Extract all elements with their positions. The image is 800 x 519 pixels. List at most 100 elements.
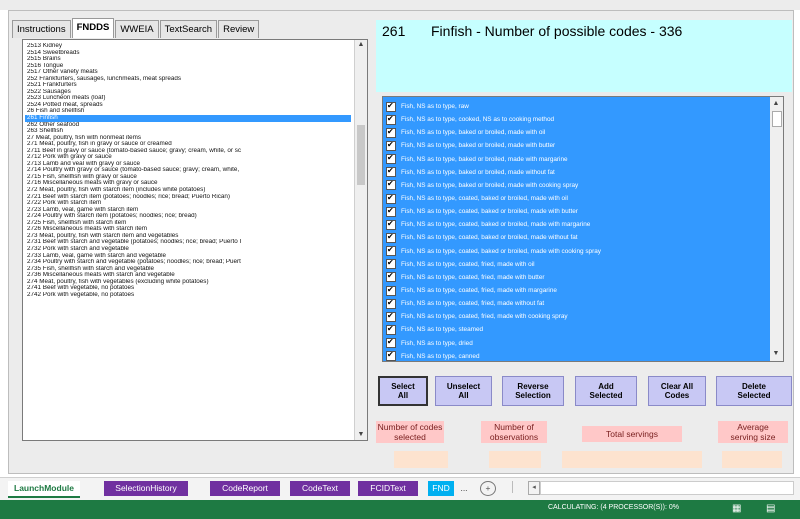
food-code-label: Fish, NS as to type, raw xyxy=(401,103,469,111)
checkbox-checked-icon[interactable] xyxy=(386,232,396,243)
food-code-item[interactable]: Fish, NS as to type, coated, fried, made… xyxy=(386,297,764,310)
food-code-label: Fish, NS as to type, coated, fried, made… xyxy=(401,300,545,308)
scroll-thumb[interactable] xyxy=(772,111,782,127)
tab-textsearch[interactable]: TextSearch xyxy=(159,20,218,38)
checkbox-checked-icon[interactable] xyxy=(386,127,396,138)
add-selected-button[interactable]: Add Selected xyxy=(575,376,637,406)
checkbox-checked-icon[interactable] xyxy=(386,311,396,322)
food-code-item[interactable]: Fish, NS as to type, coated, fried, made… xyxy=(386,258,764,271)
food-code-label: Fish, NS as to type, coated, fried, made… xyxy=(401,287,557,295)
observations-value xyxy=(489,451,541,468)
food-code-item[interactable]: Fish, NS as to type, baked or broiled, m… xyxy=(386,153,764,166)
checkbox-checked-icon[interactable] xyxy=(386,245,396,257)
food-code-item[interactable]: Fish, NS as to type, coated, fried, made… xyxy=(386,271,764,284)
food-code-item[interactable]: Fish, NS as to type, steamed xyxy=(386,323,764,336)
page-layout-icon[interactable]: ▤ xyxy=(766,503,775,514)
checkbox-checked-icon[interactable] xyxy=(386,114,396,125)
codes-selected-label: Number of codes selected xyxy=(376,421,444,443)
checkbox-checked-icon[interactable] xyxy=(386,324,396,335)
checkbox-checked-icon[interactable] xyxy=(386,337,396,349)
food-code-label: Fish, NS as to type, coated, baked or br… xyxy=(401,208,578,216)
food-code-scrollbar[interactable]: ▲ ▼ xyxy=(770,97,783,361)
tab-bar: Instructions FNDDS WWEIA TextSearch Revi… xyxy=(12,18,260,38)
clear-all-codes-button[interactable]: Clear All Codes xyxy=(648,376,706,406)
tab-wweia[interactable]: WWEIA xyxy=(115,20,159,38)
sheet-tab-selectionhistory[interactable]: SelectionHistory xyxy=(104,481,188,496)
normal-view-icon[interactable]: ▦ xyxy=(732,503,741,514)
food-code-item[interactable]: Fish, NS as to type, coated, baked or br… xyxy=(386,205,764,218)
food-code-list: Fish, NS as to type, raw Fish, NS as to t… xyxy=(386,100,764,361)
food-code-item[interactable]: Fish, NS as to type, baked or broiled, m… xyxy=(386,139,764,152)
food-code-item[interactable]: Fish, NS as to type, baked or broiled, m… xyxy=(386,126,764,139)
food-code-label: Fish, NS as to type, coated, fried, made… xyxy=(401,313,568,321)
add-sheet-icon[interactable]: + xyxy=(480,481,496,496)
checkbox-checked-icon[interactable] xyxy=(386,258,396,270)
sheet-tab-fnd[interactable]: FND xyxy=(428,481,454,496)
status-text: CALCULATING: (4 PROCESSOR(S)): 0% xyxy=(548,504,679,511)
category-listbox[interactable]: 2513 Kidney 2514 Sweetbreads 2515 Brains 25… xyxy=(22,39,368,441)
sheet-tab-codereport[interactable]: CodeReport xyxy=(210,481,280,496)
food-code-item[interactable]: Fish, NS as to type, coated, fried, made… xyxy=(386,284,764,297)
checkbox-checked-icon[interactable] xyxy=(386,219,396,230)
tab-instructions[interactable]: Instructions xyxy=(12,20,71,38)
delete-selected-button[interactable]: Delete Selected xyxy=(716,376,792,406)
food-code-item[interactable]: Fish, NS as to type, dried xyxy=(386,337,764,350)
checkbox-checked-icon[interactable] xyxy=(386,285,396,296)
scroll-down-icon[interactable]: ▼ xyxy=(770,349,782,359)
more-tabs[interactable]: ... xyxy=(458,481,470,496)
total-servings-label: Total servings xyxy=(582,426,682,442)
observations-label: Number of observations xyxy=(481,421,547,443)
checkbox-checked-icon[interactable] xyxy=(386,153,396,165)
sheet-tab-fcidtext[interactable]: FCIDText xyxy=(358,481,418,496)
page-title: Finfish - Number of possible codes - 336 xyxy=(431,23,683,39)
checkbox-checked-icon[interactable] xyxy=(386,298,396,309)
food-code-item[interactable]: Fish, NS as to type, cooked, NS as to co… xyxy=(386,113,764,126)
unselect-all-button[interactable]: Unselect All xyxy=(435,376,492,406)
checkbox-checked-icon[interactable] xyxy=(386,140,396,151)
food-code-item[interactable]: Fish, NS as to type, coated, fried, made… xyxy=(386,310,764,323)
food-code-listbox[interactable]: Fish, NS as to type, raw Fish, NS as to t… xyxy=(382,96,784,362)
checkbox-checked-icon[interactable] xyxy=(386,193,396,204)
food-code-label: Fish, NS as to type, coated, fried, made… xyxy=(401,260,535,268)
food-code-item[interactable]: Fish, NS as to type, raw xyxy=(386,100,764,113)
food-code-label: Fish, NS as to type, steamed xyxy=(401,326,484,334)
select-all-button[interactable]: Select All xyxy=(378,376,428,406)
scroll-up-icon[interactable]: ▲ xyxy=(355,40,367,50)
scroll-down-icon[interactable]: ▼ xyxy=(355,430,367,440)
category-scrollbar[interactable]: ▲ ▼ xyxy=(354,40,367,440)
checkbox-checked-icon[interactable] xyxy=(386,271,396,283)
checkbox-checked-icon[interactable] xyxy=(386,179,396,191)
checkbox-checked-icon[interactable] xyxy=(386,350,396,361)
sheet-tab-codetext[interactable]: CodeText xyxy=(290,481,350,496)
food-code-item[interactable]: Fish, NS as to type, baked or broiled, m… xyxy=(386,166,764,179)
food-code-label: Fish, NS as to type, baked or broiled, m… xyxy=(401,129,546,137)
sheet-tab-launchmodule[interactable]: LaunchModule xyxy=(8,481,80,498)
food-code-label: Fish, NS as to type, dried xyxy=(401,339,473,347)
category-list-item[interactable]: 2742 Pork with vegetable, no potatoes xyxy=(25,292,351,299)
horizontal-scrollbar[interactable] xyxy=(540,481,794,495)
food-code-item[interactable]: Fish, NS as to type, canned xyxy=(386,350,764,361)
tab-fndds[interactable]: FNDDS xyxy=(71,18,115,38)
scroll-up-icon[interactable]: ▲ xyxy=(770,99,782,109)
top-strip xyxy=(0,0,800,10)
food-code-label: Fish, NS as to type, coated, baked or br… xyxy=(401,195,568,203)
checkbox-checked-icon[interactable] xyxy=(386,101,396,112)
checkbox-checked-icon[interactable] xyxy=(386,206,396,217)
divider xyxy=(512,481,513,493)
food-code-item[interactable]: Fish, NS as to type, baked or broiled, m… xyxy=(386,179,764,192)
codes-selected-value xyxy=(394,451,448,468)
total-servings-value xyxy=(562,451,702,468)
food-code-item[interactable]: Fish, NS as to type, coated, baked or br… xyxy=(386,218,764,231)
average-serving-value xyxy=(722,451,782,468)
food-code-label: Fish, NS as to type, baked or broiled, m… xyxy=(401,181,579,189)
food-code-item[interactable]: Fish, NS as to type, coated, baked or br… xyxy=(386,245,764,258)
food-code-label: Fish, NS as to type, coated, fried, made… xyxy=(401,273,545,281)
checkbox-checked-icon[interactable] xyxy=(386,166,396,178)
food-code-item[interactable]: Fish, NS as to type, coated, baked or br… xyxy=(386,231,764,244)
scroll-left-icon[interactable]: ◂ xyxy=(528,481,540,495)
scroll-thumb[interactable] xyxy=(357,125,365,185)
category-list: 2513 Kidney 2514 Sweetbreads 2515 Brains 25… xyxy=(25,43,351,298)
tab-review[interactable]: Review xyxy=(218,20,260,38)
reverse-selection-button[interactable]: Reverse Selection xyxy=(502,376,564,406)
food-code-item[interactable]: Fish, NS as to type, coated, baked or br… xyxy=(386,192,764,205)
